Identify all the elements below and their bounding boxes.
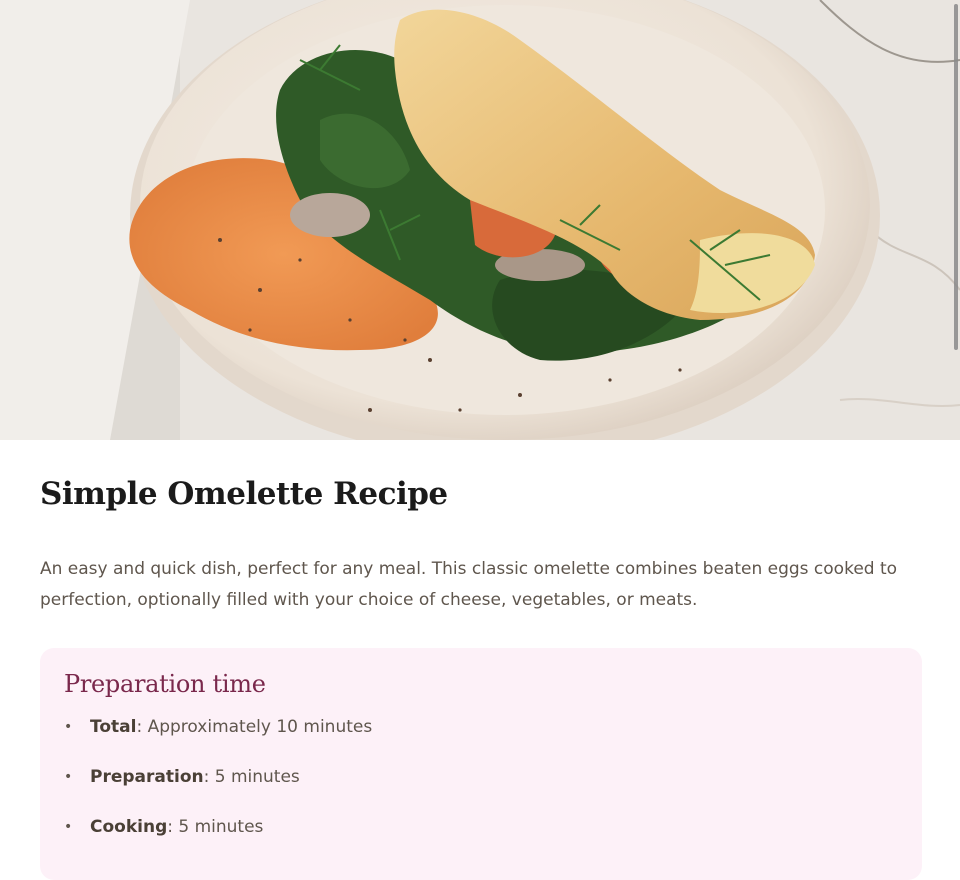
- list-item-value: : 5 minutes: [167, 817, 264, 837]
- recipe-content: Simple Omelette Recipe An easy and quick…: [40, 440, 920, 616]
- list-item-label: Cooking: [90, 817, 168, 837]
- bullet-icon: •: [64, 819, 73, 835]
- omelette-plate-photo: [0, 0, 960, 440]
- list-item: • Preparation: 5 minutes: [64, 764, 898, 814]
- hero-image: [0, 0, 960, 440]
- preparation-time-list: • Total: Approximately 10 minutes • Prep…: [64, 714, 898, 864]
- list-item: • Total: Approximately 10 minutes: [64, 714, 898, 764]
- scrollbar-thumb[interactable]: [954, 4, 958, 350]
- list-item-value: : 5 minutes: [203, 767, 300, 787]
- list-item-value: : Approximately 10 minutes: [136, 717, 373, 737]
- bullet-icon: •: [64, 769, 73, 785]
- page-title: Simple Omelette Recipe: [40, 476, 448, 512]
- list-item-label: Total: [90, 717, 137, 737]
- preparation-time-panel: Preparation time • Total: Approximately …: [40, 648, 922, 880]
- preparation-time-heading: Preparation time: [64, 670, 266, 698]
- list-item: • Cooking: 5 minutes: [64, 814, 898, 864]
- recipe-description: An easy and quick dish, perfect for any …: [40, 559, 898, 610]
- list-item-label: Preparation: [90, 767, 204, 787]
- bullet-icon: •: [64, 719, 73, 735]
